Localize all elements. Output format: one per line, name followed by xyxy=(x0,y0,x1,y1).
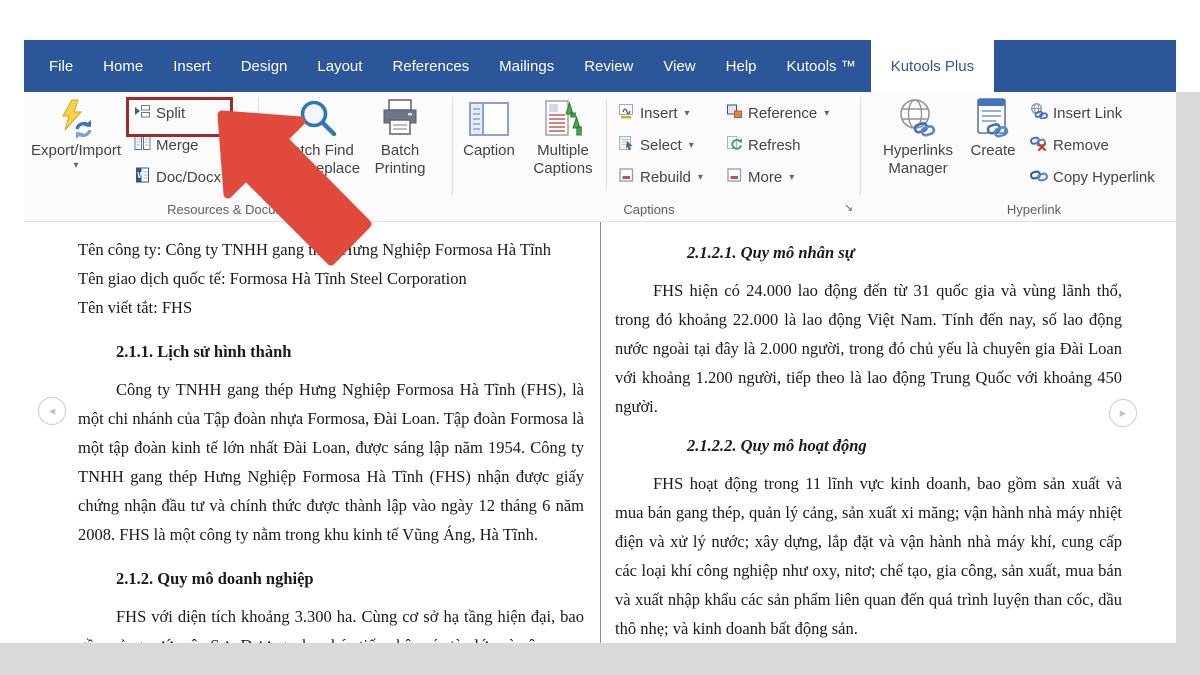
insert-link-icon xyxy=(1030,103,1048,123)
captions-group-label: Captions xyxy=(524,202,774,217)
tab-help[interactable]: Help xyxy=(711,40,772,92)
export-import-dropdown-caret[interactable] xyxy=(73,160,78,171)
scale-paragraph: FHS với diện tích khoảng 3.300 ha. Cùng … xyxy=(78,602,584,643)
bottom-background-strip xyxy=(0,643,1200,675)
copy-hyperlink-icon xyxy=(1030,167,1048,187)
document-link-icon xyxy=(972,96,1014,142)
printer-icon xyxy=(379,96,421,142)
multiple-captions-icon xyxy=(542,96,584,142)
refresh-captions-button[interactable]: Refresh xyxy=(726,130,801,160)
next-page-arrow-icon[interactable] xyxy=(1109,399,1137,427)
ribbon-tab-bar: File Home Insert Design Layout Reference… xyxy=(24,40,1176,92)
insert-caption-button[interactable]: Insert xyxy=(618,98,690,128)
hyperlink-group-label: Hyperlink xyxy=(914,202,1154,217)
remove-hyperlink-icon xyxy=(1030,135,1048,155)
insert-caption-icon xyxy=(618,103,635,123)
caption-reference-button[interactable]: Reference xyxy=(726,98,829,128)
select-caption-button[interactable]: Select xyxy=(618,130,694,160)
tab-view[interactable]: View xyxy=(648,40,710,92)
tab-kutools-plus[interactable]: Kutools Plus xyxy=(871,40,994,92)
tab-references[interactable]: References xyxy=(377,40,484,92)
tab-layout[interactable]: Layout xyxy=(302,40,377,92)
tab-home[interactable]: Home xyxy=(88,40,158,92)
rebuild-caption-icon xyxy=(618,167,635,187)
create-hyperlink-button[interactable]: Create xyxy=(962,96,1024,160)
heading-2-1-2-1: 2.1.2.1. Quy mô nhân sự xyxy=(615,238,1122,267)
copy-hyperlink-button[interactable]: Copy Hyperlink xyxy=(1030,162,1155,192)
select-caption-label: Select xyxy=(640,137,682,154)
batch-find-replace-label: Batch Find xyxy=(282,142,354,160)
heading-2-1-2: 2.1.2. Quy mô doanh nghiệp xyxy=(78,564,584,593)
trade-name-line: Tên giao dịch quốc tế: Formosa Hà Tĩnh S… xyxy=(78,264,584,293)
remove-hyperlink-label: Remove xyxy=(1053,137,1109,154)
magnifier-icon xyxy=(297,96,339,142)
select-caption-icon xyxy=(618,135,635,155)
document-area[interactable]: Tên công ty: Công ty TNHH gang thép Hưng… xyxy=(24,222,1176,643)
tab-file[interactable]: File xyxy=(34,40,88,92)
heading-2-1-2-2: 2.1.2.2. Quy mô hoạt động xyxy=(615,431,1122,460)
multiple-captions-button[interactable]: Multiple Captions xyxy=(526,96,600,178)
previous-page-arrow-icon[interactable] xyxy=(38,397,66,425)
column-divider xyxy=(600,222,601,643)
document-right-column: 2.1.2.1. Quy mô nhân sự FHS hiện có 24.0… xyxy=(615,222,1122,643)
merge-icon xyxy=(134,135,151,155)
tab-review[interactable]: Review xyxy=(569,40,648,92)
globe-link-icon xyxy=(896,96,940,142)
create-hyperlink-label: Create xyxy=(970,142,1015,160)
caption-label: Caption xyxy=(463,142,515,160)
caption-icon xyxy=(467,96,511,142)
doc-docx-button[interactable]: W Doc/Docx xyxy=(134,162,221,192)
insert-link-label: Insert Link xyxy=(1053,105,1122,122)
heading-2-1-1: 2.1.1. Lịch sử hình thành xyxy=(78,337,584,366)
rebuild-caption-button[interactable]: Rebuild xyxy=(618,162,703,192)
refresh-captions-icon xyxy=(726,135,743,155)
abbreviation-line: Tên viết tắt: FHS xyxy=(78,293,584,322)
more-captions-label: More xyxy=(748,169,782,186)
resources-documents-group-label: Resources & Documents xyxy=(94,202,384,217)
insert-link-button[interactable]: Insert Link xyxy=(1030,98,1122,128)
more-captions-icon xyxy=(726,167,743,187)
doc-docx-icon: W xyxy=(134,167,151,187)
remove-hyperlink-button[interactable]: Remove xyxy=(1030,130,1109,160)
batch-find-replace-button[interactable]: Batch Find and Replace xyxy=(267,96,369,178)
tab-design[interactable]: Design xyxy=(226,40,303,92)
more-captions-button[interactable]: More xyxy=(726,162,794,192)
batch-printing-label: Batch xyxy=(381,142,419,160)
caption-reference-icon xyxy=(726,103,743,123)
history-paragraph: Công ty TNHH gang thép Hưng Nghiệp Formo… xyxy=(78,375,584,549)
export-import-label: Export/Import xyxy=(31,142,121,160)
operations-paragraph: FHS hoạt động trong 11 lĩnh vực kinh doa… xyxy=(615,469,1122,643)
tab-kutools[interactable]: Kutools ™ xyxy=(772,40,871,92)
company-name-line: Tên công ty: Công ty TNHH gang thép Hưng… xyxy=(78,235,584,264)
hyperlinks-manager-label: Hyperlinks xyxy=(883,142,953,160)
copy-hyperlink-label: Copy Hyperlink xyxy=(1053,169,1155,186)
export-import-icon xyxy=(57,96,95,142)
tab-mailings[interactable]: Mailings xyxy=(484,40,569,92)
personnel-paragraph: FHS hiện có 24.000 lao động đến từ 31 qu… xyxy=(615,276,1122,421)
multiple-captions-label: Multiple xyxy=(537,142,589,160)
export-import-button[interactable]: Export/Import xyxy=(24,96,128,171)
caption-button[interactable]: Caption xyxy=(456,96,522,160)
merge-label: Merge xyxy=(156,137,199,154)
split-highlight-box xyxy=(126,97,233,137)
captions-dialog-launcher-icon[interactable] xyxy=(844,201,858,215)
right-background-strip xyxy=(1176,92,1200,675)
doc-docx-label: Doc/Docx xyxy=(156,169,221,186)
rebuild-caption-label: Rebuild xyxy=(640,169,691,186)
word-window: File Home Insert Design Layout Reference… xyxy=(0,0,1200,675)
document-left-column: Tên công ty: Công ty TNHH gang thép Hưng… xyxy=(78,222,584,643)
caption-reference-label: Reference xyxy=(748,105,817,122)
insert-caption-label: Insert xyxy=(640,105,678,122)
tab-insert[interactable]: Insert xyxy=(158,40,226,92)
batch-printing-button[interactable]: Batch Printing xyxy=(356,96,444,178)
hyperlinks-manager-button[interactable]: Hyperlinks Manager xyxy=(870,96,966,178)
refresh-captions-label: Refresh xyxy=(748,137,801,154)
